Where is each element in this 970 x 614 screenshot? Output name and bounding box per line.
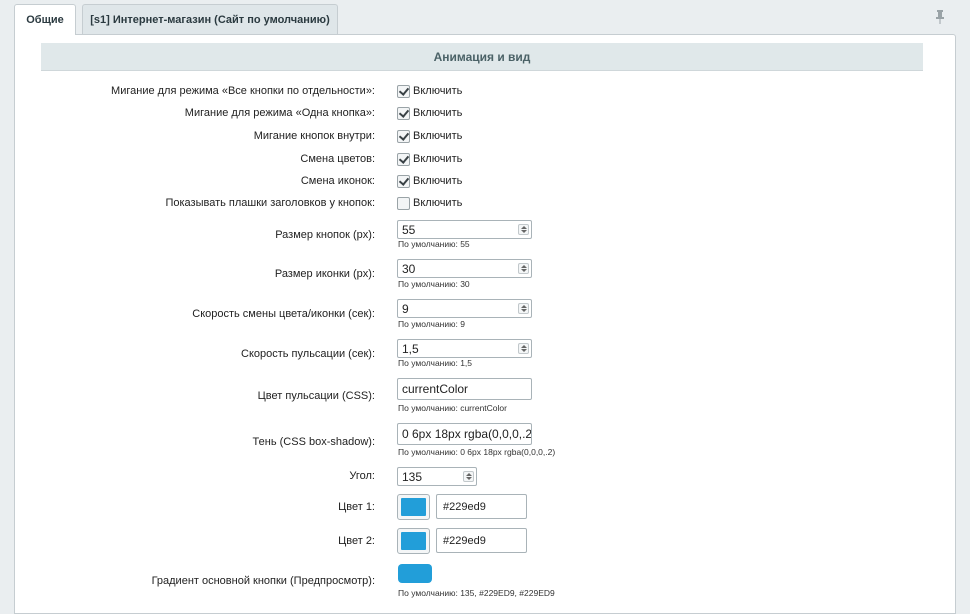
title-plates-label: Показывать плашки заголовков у кнопок:: [165, 197, 375, 209]
tab-site-s1[interactable]: [s1] Интернет-магазин (Сайт по умолчанию…: [82, 4, 338, 34]
blink-inside-label: Мигание кнопок внутри:: [253, 130, 375, 142]
icon-size-label: Размер иконки (px):: [274, 268, 375, 280]
color1-label: Цвет 1:: [338, 501, 375, 513]
spin-arrows-icon[interactable]: [463, 471, 474, 482]
icon-size-input[interactable]: 30: [397, 259, 532, 278]
blink-single-label: Мигание для режима «Одна кнопка»:: [184, 107, 375, 119]
spin-arrows-icon[interactable]: [518, 303, 529, 314]
button-size-value: 55: [402, 223, 416, 237]
color-speed-hint: По умолчанию: 9: [398, 319, 465, 329]
angle-value: 135: [402, 470, 423, 484]
pulse-color-hint: По умолчанию: currentColor: [398, 403, 507, 413]
pulse-speed-hint: По умолчанию: 1,5: [398, 358, 473, 368]
gradient-preview: [398, 564, 432, 583]
color-speed-value: 9: [402, 302, 409, 316]
blink-single-text: Включить: [413, 107, 463, 119]
gradient-hint: По умолчанию: 135, #229ED9, #229ED9: [398, 588, 555, 598]
button-size-hint: По умолчанию: 55: [398, 239, 470, 249]
title-plates-checkbox[interactable]: [397, 197, 410, 210]
section-header: Анимация и вид: [41, 43, 923, 71]
button-size-input[interactable]: 55: [397, 220, 532, 239]
spin-arrows-icon[interactable]: [518, 343, 529, 354]
color-change-text: Включить: [413, 153, 463, 165]
icon-size-value: 30: [402, 262, 416, 276]
pulse-color-input[interactable]: currentColor: [397, 378, 532, 400]
color2-label: Цвет 2:: [338, 535, 375, 547]
color1-swatch: [401, 498, 426, 516]
shadow-label: Тень (CSS box-shadow):: [252, 436, 375, 448]
color-change-label: Смена цветов:: [300, 153, 375, 165]
icon-change-label: Смена иконок:: [300, 175, 375, 187]
title-plates-text: Включить: [413, 197, 463, 209]
pulse-speed-value: 1,5: [402, 342, 419, 356]
blink-all-label: Мигание для режима «Все кнопки по отдель…: [111, 85, 375, 97]
pin-icon[interactable]: [934, 9, 946, 25]
color-speed-input[interactable]: 9: [397, 299, 532, 318]
blink-single-checkbox[interactable]: [397, 107, 410, 120]
blink-all-text: Включить: [413, 85, 463, 97]
shadow-hint: По умолчанию: 0 6px 18px rgba(0,0,0,.2): [398, 447, 556, 457]
settings-panel: Анимация и вид Мигание для режима «Все к…: [14, 34, 956, 614]
pulse-color-label: Цвет пульсации (CSS):: [257, 390, 375, 402]
spin-arrows-icon[interactable]: [518, 263, 529, 274]
color1-hex-input[interactable]: #229ed9: [436, 494, 527, 519]
color2-picker-button[interactable]: [397, 528, 430, 554]
shadow-input[interactable]: 0 6px 18px rgba(0,0,0,.2): [397, 423, 532, 445]
color2-hex-input[interactable]: #229ed9: [436, 528, 527, 553]
color-speed-label: Скорость смены цвета/иконки (сек):: [192, 308, 375, 320]
color2-swatch: [401, 532, 426, 550]
pulse-speed-input[interactable]: 1,5: [397, 339, 532, 358]
icon-change-text: Включить: [413, 175, 463, 187]
color1-picker-button[interactable]: [397, 494, 430, 520]
pulse-speed-label: Скорость пульсации (сек):: [241, 348, 375, 360]
angle-input[interactable]: 135: [397, 467, 477, 486]
blink-inside-checkbox[interactable]: [397, 130, 410, 143]
button-size-label: Размер кнопок (px):: [275, 229, 375, 241]
blink-inside-text: Включить: [413, 130, 463, 142]
gradient-label: Градиент основной кнопки (Предпросмотр):: [151, 575, 375, 587]
icon-change-checkbox[interactable]: [397, 175, 410, 188]
blink-all-checkbox[interactable]: [397, 85, 410, 98]
tab-bar: Общие [s1] Интернет-магазин (Сайт по умо…: [0, 0, 970, 35]
spin-arrows-icon[interactable]: [518, 224, 529, 235]
angle-label: Угол:: [349, 470, 375, 482]
icon-size-hint: По умолчанию: 30: [398, 279, 470, 289]
color-change-checkbox[interactable]: [397, 153, 410, 166]
tab-general[interactable]: Общие: [14, 4, 76, 35]
